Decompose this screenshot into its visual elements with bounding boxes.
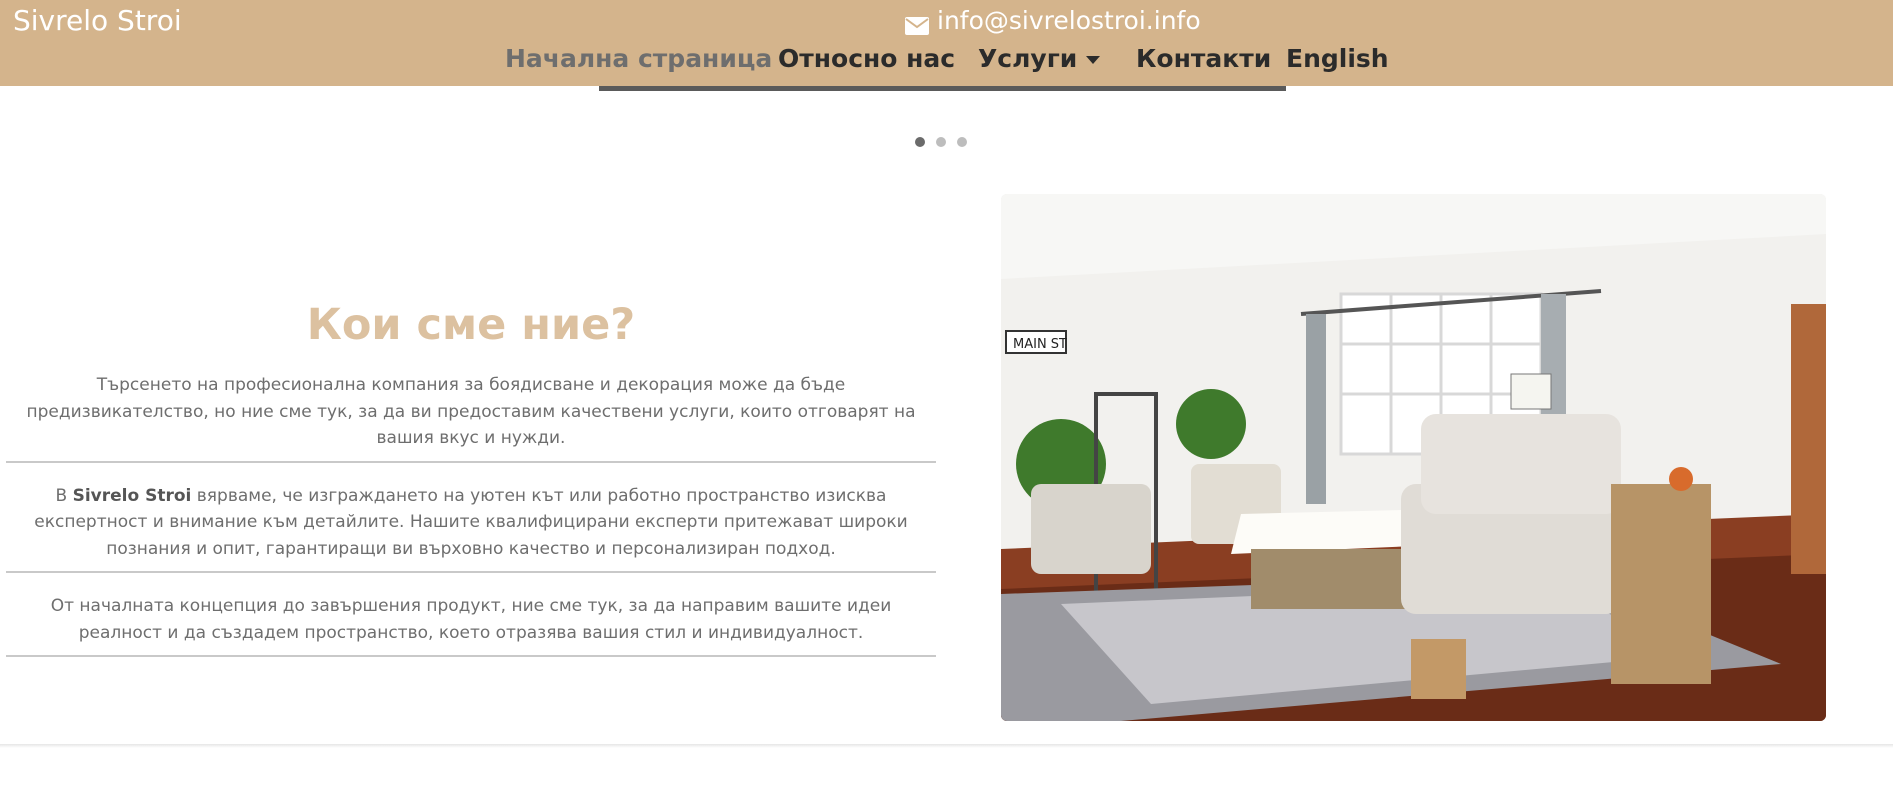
email-text[interactable]: info@sivrelostroi.info bbox=[937, 6, 1201, 35]
caret-down-icon bbox=[1086, 56, 1101, 64]
section-separator bbox=[0, 744, 1893, 748]
about-paragraph-3: От началната концепция до завършения про… bbox=[50, 596, 892, 643]
about-section: Кои сме ние? Търсенето на професионална … bbox=[6, 296, 936, 677]
envelope-icon bbox=[905, 12, 929, 35]
site-header: Sivrelo Stroi info@sivrelostroi.info Нач… bbox=[0, 0, 1893, 86]
slider-dots bbox=[915, 137, 978, 147]
p2-prefix: В bbox=[55, 485, 73, 506]
divider bbox=[6, 460, 936, 463]
photo-sign-text: MAIN ST bbox=[1013, 337, 1067, 352]
nav-services-label: Услуги bbox=[978, 44, 1078, 73]
divider bbox=[6, 655, 936, 657]
nav-home[interactable]: Начална страница bbox=[505, 44, 772, 73]
site-logo[interactable]: Sivrelo Stroi bbox=[13, 4, 182, 37]
slider-dot-1[interactable] bbox=[915, 137, 925, 147]
slider-dot-3[interactable] bbox=[957, 137, 967, 147]
nav-contacts[interactable]: Контакти bbox=[1136, 44, 1271, 73]
nav-services[interactable]: Услуги bbox=[978, 44, 1101, 73]
living-room-photo: MAIN ST bbox=[1001, 194, 1826, 721]
hero-slider-bottom bbox=[599, 86, 1286, 91]
divider bbox=[6, 571, 936, 573]
about-paragraph-2: В Sivrelo Stroi вярваме, че изграждането… bbox=[6, 483, 936, 563]
nav-english[interactable]: English bbox=[1286, 44, 1389, 73]
nav-about[interactable]: Относно нас bbox=[778, 44, 955, 73]
email-link[interactable]: info@sivrelostroi.info bbox=[905, 6, 1201, 35]
slider-dot-2[interactable] bbox=[936, 137, 946, 147]
section-title: Кои сме ние? bbox=[306, 300, 636, 350]
about-paragraph-1: Търсенето на професионална компания за б… bbox=[26, 375, 916, 448]
p2-brand: Sivrelo Stroi bbox=[72, 485, 192, 506]
